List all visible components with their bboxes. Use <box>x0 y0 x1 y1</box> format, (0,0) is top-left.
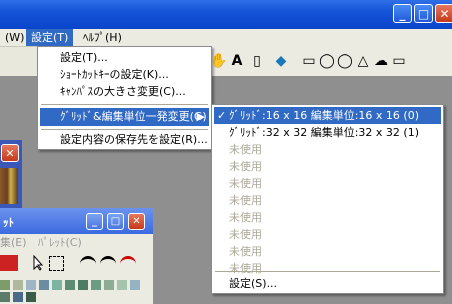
maximize-button[interactable]: □ <box>414 4 433 23</box>
close-button[interactable]: ✕ <box>435 4 452 23</box>
submenu-item-grid-32[interactable]: ｸﾞﾘｯﾄﾞ:32 x 32 編集単位:32 x 32 (1) <box>214 124 441 141</box>
palette-titlebar: ｯﾄ _ □ ✕ <box>0 208 153 234</box>
submenu-item-unused: 未使用 <box>229 228 262 241</box>
image-thumbnail <box>0 168 18 204</box>
arch-icon[interactable] <box>80 256 96 273</box>
menu-item-canvas-size[interactable]: ｷｬﾝﾊﾟｽの大きさ変更(C)... <box>40 83 209 101</box>
circle-select-icon[interactable]: ◯ <box>336 52 354 70</box>
frame-icon[interactable]: ▭ <box>390 52 408 70</box>
swatch[interactable] <box>26 292 36 302</box>
arch-red-icon[interactable] <box>120 256 136 273</box>
select-icon[interactable] <box>49 256 64 271</box>
separator <box>41 104 208 105</box>
menu-item-shortcut-keys[interactable]: ｼｮｰﾄｶｯﾄｷｰの設定(K)... <box>40 66 209 84</box>
palette-title: ｯﾄ <box>3 216 14 229</box>
swatch[interactable] <box>13 292 23 302</box>
swatch[interactable] <box>104 280 114 290</box>
minimize-button[interactable]: _ <box>393 4 412 23</box>
palette-window: ｯﾄ _ □ ✕ 集(E) ﾊﾟﾚｯﾄ(C) <box>0 208 153 304</box>
swatch[interactable] <box>91 280 101 290</box>
palette-maximize-button[interactable]: □ <box>107 213 124 230</box>
polygon-select-icon[interactable]: △ <box>354 52 372 70</box>
menu-item-save-location[interactable]: 設定内容の保存先を設定(R)... <box>40 131 209 149</box>
rect-select-icon[interactable]: ▭ <box>300 52 318 70</box>
toolbar: ✋ A ▯ ◆ ▭ ◯ ◯ △ ☁ ▭ <box>210 46 452 76</box>
check-icon: ✓ <box>217 109 227 122</box>
left-window: ✕ <box>0 140 22 208</box>
menu-item-grid-change[interactable]: ｸﾞﾘｯﾄﾞ&編集単位一発変更(G) ▶ <box>40 108 209 126</box>
swatch[interactable] <box>0 292 10 302</box>
settings-menu: 設定(T)... ｼｮｰﾄｶｯﾄｷｰの設定(K)... ｷｬﾝﾊﾟｽの大きさ変更… <box>37 46 212 150</box>
submenu-item-unused: 未使用 <box>229 177 262 190</box>
arrow-icon[interactable] <box>30 254 46 271</box>
swatch[interactable] <box>65 280 75 290</box>
menu-help[interactable]: ﾍﾙﾌﾟ(H) <box>78 29 127 46</box>
submenu-item-grid-16[interactable]: ✓ ｸﾞﾘｯﾄﾞ:16 x 16 編集単位:16 x 16 (0) <box>214 107 441 124</box>
palette-close-button[interactable]: ✕ <box>128 213 145 230</box>
color-picker-icon[interactable] <box>0 255 18 271</box>
submenu-item-grid-16-label: ｸﾞﾘｯﾄﾞ:16 x 16 編集単位:16 x 16 (0) <box>229 109 419 122</box>
swatch[interactable] <box>26 280 36 290</box>
arch-icon[interactable] <box>100 256 116 273</box>
fill-tool-icon[interactable]: ◆ <box>272 52 290 70</box>
lasso-select-icon[interactable]: ☁ <box>372 52 390 70</box>
swatch[interactable] <box>0 280 10 290</box>
ellipse-select-icon[interactable]: ◯ <box>318 52 336 70</box>
text-tool-icon[interactable]: A <box>228 52 246 70</box>
menu-item-grid-change-label: ｸﾞﾘｯﾄﾞ&編集単位一発変更(G) <box>60 110 207 123</box>
menu-settings[interactable]: 設定(T) <box>26 29 74 46</box>
palette-menubar: 集(E) ﾊﾟﾚｯﾄ(C) <box>0 235 153 251</box>
separator <box>41 129 208 130</box>
grid-submenu: ✓ ｸﾞﾘｯﾄﾞ:16 x 16 編集単位:16 x 16 (0) ｸﾞﾘｯﾄﾞ… <box>211 104 444 294</box>
swatch[interactable] <box>39 280 49 290</box>
swatch[interactable] <box>78 280 88 290</box>
main-titlebar: _ □ ✕ <box>0 0 452 29</box>
swatch[interactable] <box>130 280 140 290</box>
submenu-item-unused: 未使用 <box>229 194 262 207</box>
submenu-item-unused: 未使用 <box>229 245 262 258</box>
submenu-item-unused: 未使用 <box>229 143 262 156</box>
palette-menu-edit[interactable]: 集(E) <box>0 235 27 251</box>
submenu-item-unused: 未使用 <box>229 211 262 224</box>
color-swatches <box>0 278 153 304</box>
bucket-tool-icon[interactable]: ▯ <box>248 52 266 70</box>
swatch[interactable] <box>117 280 127 290</box>
palette-minimize-button[interactable]: _ <box>86 213 103 230</box>
menu-item-settings[interactable]: 設定(T)... <box>40 49 209 67</box>
swatch[interactable] <box>13 280 23 290</box>
palette-menu-palette[interactable]: ﾊﾟﾚｯﾄ(C) <box>38 235 82 251</box>
swatch[interactable] <box>52 280 62 290</box>
separator <box>215 271 440 272</box>
submenu-item-unused: 未使用 <box>229 160 262 173</box>
submenu-item-settings[interactable]: 設定(S)... <box>214 275 441 292</box>
submenu-arrow-icon: ▶ <box>196 110 205 123</box>
palette-toolbar <box>0 252 153 274</box>
close-icon[interactable]: ✕ <box>1 144 19 162</box>
hand-tool-icon[interactable]: ✋ <box>210 52 228 70</box>
menubar: (W) 設定(T) ﾍﾙﾌﾟ(H) <box>0 29 452 47</box>
